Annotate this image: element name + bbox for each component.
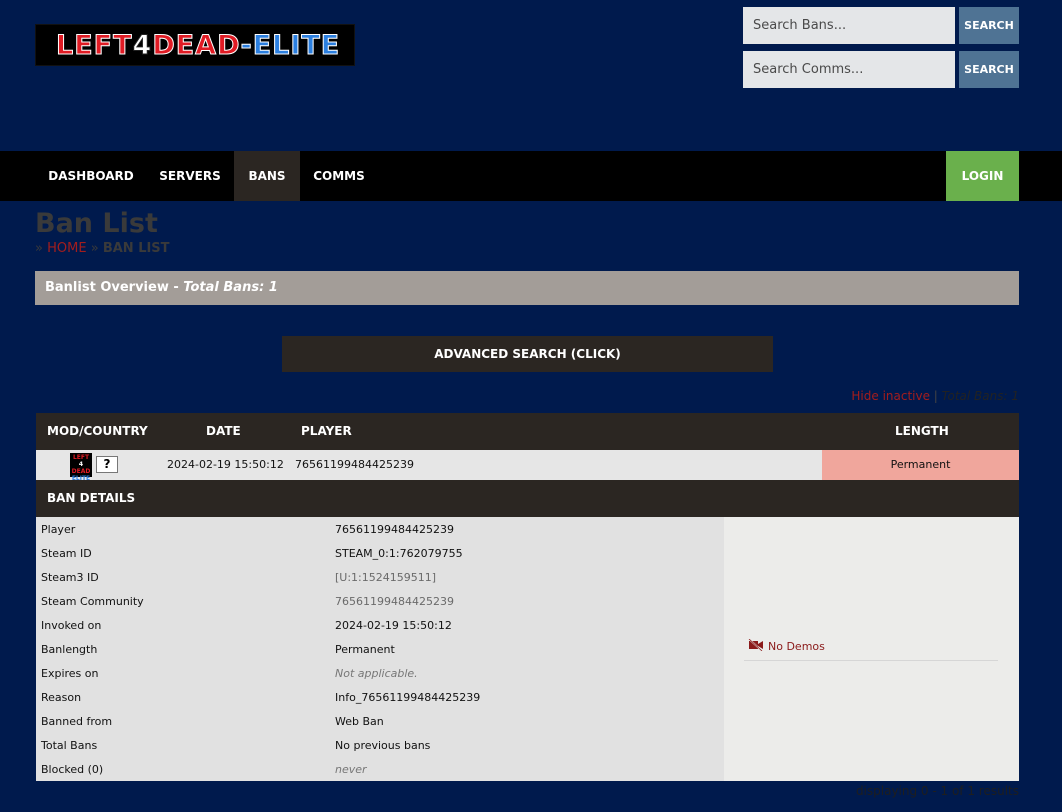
- breadcrumb-home-link[interactable]: HOME: [47, 241, 86, 256]
- nav-comms[interactable]: COMMS: [300, 151, 378, 201]
- search-comms-button[interactable]: SEARCH: [959, 51, 1019, 88]
- detail-value: Web Ban: [335, 715, 384, 728]
- steam3-id-link[interactable]: [U:1:1524159511]: [335, 571, 436, 584]
- breadcrumb-current: BAN LIST: [102, 241, 170, 256]
- ban-table-header: MOD/COUNTRY DATE PLAYER LENGTH: [36, 413, 1019, 450]
- col-date: DATE: [206, 424, 241, 438]
- advanced-search-button[interactable]: ADVANCED SEARCH (CLICK): [282, 336, 773, 372]
- detail-key: Banlength: [41, 643, 98, 656]
- search-comms-form: SEARCH: [743, 51, 1019, 88]
- detail-key: Steam ID: [41, 547, 92, 560]
- detail-value: 2024-02-19 15:50:12: [335, 619, 452, 632]
- detail-row-reason: Reason Info_76561199484425239: [36, 685, 724, 709]
- ban-details-table: Player 76561199484425239 Steam ID STEAM_…: [36, 517, 724, 781]
- detail-value: No previous bans: [335, 739, 431, 752]
- detail-value: Permanent: [335, 643, 395, 656]
- detail-row-steam3-id: Steam3 ID [U:1:1524159511]: [36, 565, 724, 589]
- detail-value: never: [335, 763, 367, 776]
- detail-row-banlength: Banlength Permanent: [36, 637, 724, 661]
- detail-key: Expires on: [41, 667, 99, 680]
- ban-date: 2024-02-19 15:50:12: [167, 458, 284, 471]
- no-video-icon: [748, 638, 764, 654]
- breadcrumb-separator: »: [35, 241, 43, 256]
- detail-row-expires-on: Expires on Not applicable.: [36, 661, 724, 685]
- detail-value: Info_76561199484425239: [335, 691, 481, 704]
- overview-total: Total Bans: 1: [183, 280, 278, 295]
- ban-length-badge: Permanent: [822, 450, 1019, 480]
- detail-value: Not applicable.: [335, 667, 418, 680]
- search-comms-input[interactable]: [743, 51, 955, 88]
- detail-key: Player: [41, 523, 76, 536]
- detail-row-banned-from: Banned from Web Ban: [36, 709, 724, 733]
- page-title: Ban List: [35, 208, 158, 239]
- search-bans-form: SEARCH: [743, 7, 1019, 44]
- site-logo[interactable]: LEFT 4 DEAD -ELITE: [35, 24, 355, 66]
- ban-details-header: BAN DETAILS: [36, 480, 1019, 517]
- detail-value: STEAM_0:1:762079755: [335, 547, 463, 560]
- nav-dashboard[interactable]: DASHBOARD: [36, 151, 146, 201]
- filter-pipe: |: [929, 389, 942, 403]
- detail-key: Reason: [41, 691, 82, 704]
- results-count: displaying 0 - 1 of 1 results: [855, 784, 1019, 798]
- detail-value: 76561199484425239: [335, 523, 454, 536]
- detail-row-steam-community: Steam Community 76561199484425239: [36, 589, 724, 613]
- demos-panel: No Demos: [724, 517, 1019, 781]
- divider: [744, 660, 998, 661]
- overview-dash: -: [168, 280, 184, 295]
- detail-row-player: Player 76561199484425239: [36, 517, 724, 541]
- detail-key: Blocked (0): [41, 763, 104, 776]
- no-demos-label: No Demos: [768, 640, 825, 653]
- detail-key: Total Bans: [41, 739, 98, 752]
- banlist-overview-bar: Banlist Overview - Total Bans: 1: [35, 271, 1019, 305]
- login-button[interactable]: LOGIN: [946, 151, 1019, 201]
- table-row[interactable]: LEFT 4 DEAD ELITE ? 2024-02-19 15:50:12 …: [36, 450, 1019, 482]
- overview-label: Banlist Overview: [45, 280, 169, 295]
- detail-key: Steam Community: [41, 595, 144, 608]
- breadcrumb-separator: »: [90, 241, 99, 256]
- detail-key: Invoked on: [41, 619, 102, 632]
- detail-row-steam-id: Steam ID STEAM_0:1:762079755: [36, 541, 724, 565]
- nav-servers[interactable]: SERVERS: [146, 151, 234, 201]
- col-mod-country: MOD/COUNTRY: [47, 424, 148, 438]
- detail-key: Banned from: [41, 715, 113, 728]
- steam-community-link[interactable]: 76561199484425239: [335, 595, 454, 608]
- filter-bar: Hide inactive | Total Bans: 1: [851, 389, 1019, 403]
- search-bans-button[interactable]: SEARCH: [959, 7, 1019, 44]
- no-demos-item: No Demos: [748, 638, 825, 654]
- ban-player: 76561199484425239: [295, 458, 414, 471]
- main-nav: DASHBOARD SERVERS BANS COMMS LOGIN: [0, 151, 1062, 201]
- unknown-country-flag-icon: ?: [96, 456, 118, 473]
- detail-row-invoked-on: Invoked on 2024-02-19 15:50:12: [36, 613, 724, 637]
- search-bans-input[interactable]: [743, 7, 955, 44]
- filter-total-bans: Total Bans: 1: [941, 389, 1019, 403]
- detail-row-blocked: Blocked (0) never: [36, 757, 724, 781]
- detail-key: Steam3 ID: [41, 571, 99, 584]
- col-player: PLAYER: [301, 424, 352, 438]
- nav-bans[interactable]: BANS: [234, 151, 300, 201]
- hide-inactive-link[interactable]: Hide inactive: [851, 389, 930, 403]
- detail-row-total-bans: Total Bans No previous bans: [36, 733, 724, 757]
- breadcrumb: » HOME » BAN LIST: [35, 241, 170, 256]
- mod-logo-icon: LEFT 4 DEAD ELITE: [70, 453, 92, 482]
- col-length: LENGTH: [895, 424, 949, 438]
